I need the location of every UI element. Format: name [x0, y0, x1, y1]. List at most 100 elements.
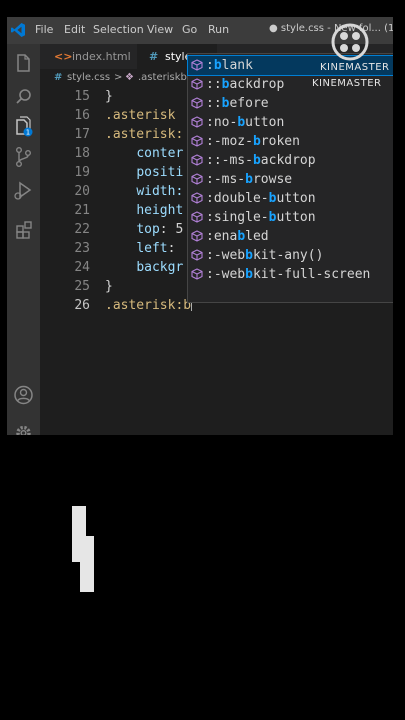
activity-account[interactable] [7, 382, 40, 408]
suggestion-text: :double- [206, 191, 269, 206]
suggestion-text: lank [221, 58, 253, 73]
suggestion-match: b [213, 58, 222, 73]
explorer-icon [17, 54, 30, 72]
code-token: conter [136, 146, 184, 161]
suggestion-text: utton [276, 210, 316, 225]
code-line[interactable]: .asterisk:b [105, 296, 193, 315]
suggestion-match: b [245, 248, 253, 263]
activity-manage[interactable] [7, 420, 40, 435]
tab-index-html[interactable]: <> index.html [40, 44, 135, 69]
line-number: 21 [74, 203, 90, 218]
code-token: height [136, 203, 184, 218]
code-line[interactable]: width: [105, 182, 183, 201]
code-line[interactable]: height [105, 201, 183, 220]
code-token: .asterisk [105, 108, 176, 123]
suggestion-text: roken [260, 134, 300, 149]
css-file-icon: # [54, 72, 63, 83]
suggest-widget: :blank::backdrop::before:no-button:-moz-… [187, 53, 393, 303]
suggestion-text: utton [276, 191, 316, 206]
suggestion-text: :: [206, 77, 222, 92]
activity-explorer[interactable] [7, 50, 40, 76]
symbol-cube-icon [191, 116, 203, 128]
code-line[interactable]: } [105, 277, 113, 296]
code-token: width: [136, 184, 184, 199]
code-line[interactable]: } [105, 87, 113, 106]
line-number: 23 [74, 241, 90, 256]
suggestion-item[interactable]: :enabled [188, 227, 393, 246]
suggestion-label: :-webbkit-any() [206, 246, 323, 265]
menu-run[interactable]: Run [208, 23, 229, 36]
suggestion-item[interactable]: :single-button [188, 208, 393, 227]
suggestion-text: kit-any() [252, 248, 324, 263]
suggestion-item[interactable]: :-ms-browse [188, 170, 393, 189]
breadcrumb-symbol[interactable]: .asteriskb [138, 69, 187, 86]
html-file-icon: <> [54, 50, 73, 63]
code-token: left [136, 241, 168, 256]
menu-selection[interactable]: Selection [93, 23, 144, 36]
tab-label: index.html [72, 50, 131, 63]
code-line[interactable]: conter [105, 144, 183, 163]
menu-file[interactable]: File [35, 23, 53, 36]
code-line[interactable]: .asterisk [105, 106, 175, 125]
activity-search[interactable] [7, 84, 40, 110]
menu-view[interactable]: View [147, 23, 173, 36]
svg-text:1: 1 [26, 129, 30, 137]
code-line[interactable]: top: 5 [105, 220, 183, 239]
code-line[interactable]: left: [105, 239, 175, 258]
activity-extensions[interactable] [7, 218, 40, 244]
code-line[interactable]: positi [105, 163, 183, 182]
activity-source-control[interactable] [7, 144, 40, 170]
code-token: : [167, 241, 176, 256]
suggestion-item[interactable]: :double-button [188, 189, 393, 208]
suggestion-text: kit-full-screen [252, 267, 371, 282]
suggestion-label: :no-button [206, 113, 284, 132]
suggestion-item[interactable]: :no-button [188, 113, 393, 132]
css-file-icon: # [149, 50, 159, 63]
suggestion-match: b [252, 153, 261, 168]
suggestion-label: ::before [206, 94, 269, 113]
suggestion-text: ackdrop [260, 153, 316, 168]
suggestion-match: b [237, 229, 246, 244]
symbol-cube-icon [191, 78, 203, 90]
activity-bar: 1 [7, 44, 40, 435]
symbol-cube-icon [191, 230, 203, 242]
line-number: 18 [74, 146, 90, 161]
suggestion-text: :-web [206, 267, 246, 282]
line-number: 20 [74, 184, 90, 199]
activity-run-debug[interactable] [7, 178, 40, 204]
suggestion-item[interactable]: ::before [188, 94, 393, 113]
code-line[interactable]: .asterisk: [105, 125, 183, 144]
menu-edit[interactable]: Edit [64, 23, 85, 36]
activity-explorer-files[interactable]: 1 [7, 114, 40, 140]
suggestion-text: :ena [206, 229, 238, 244]
suggestion-item[interactable]: :-webbkit-full-screen [188, 265, 393, 284]
extensions-icon [16, 221, 32, 239]
symbol-cube-icon [191, 268, 203, 280]
breadcrumb-file[interactable]: style.css [67, 69, 110, 86]
watermark-bottom: KINEMASTER [312, 78, 382, 89]
symbol-cube-icon [191, 135, 203, 147]
suggestion-match: b [245, 267, 253, 282]
suggestion-label: ::-ms-backdrop [206, 151, 316, 170]
suggestion-match: b [252, 134, 261, 149]
code-token: .asterisk: [105, 127, 184, 142]
code-token: } [105, 279, 113, 294]
code-line[interactable]: backgr [105, 258, 183, 277]
gear-icon [16, 425, 31, 435]
suggestion-item[interactable]: :-webbkit-any() [188, 246, 393, 265]
suggestion-match: b [245, 172, 253, 187]
suggestion-item[interactable]: ::-ms-backdrop [188, 151, 393, 170]
suggestion-item[interactable]: :-moz-broken [188, 132, 393, 151]
code-token: backgr [136, 260, 184, 275]
menu-go[interactable]: Go [182, 23, 197, 36]
suggestion-text: led [245, 229, 269, 244]
symbol-cube-icon [191, 59, 203, 71]
suggestion-text: utton [245, 115, 285, 130]
suggestion-text: rowse [252, 172, 293, 187]
line-number: 16 [74, 108, 90, 123]
